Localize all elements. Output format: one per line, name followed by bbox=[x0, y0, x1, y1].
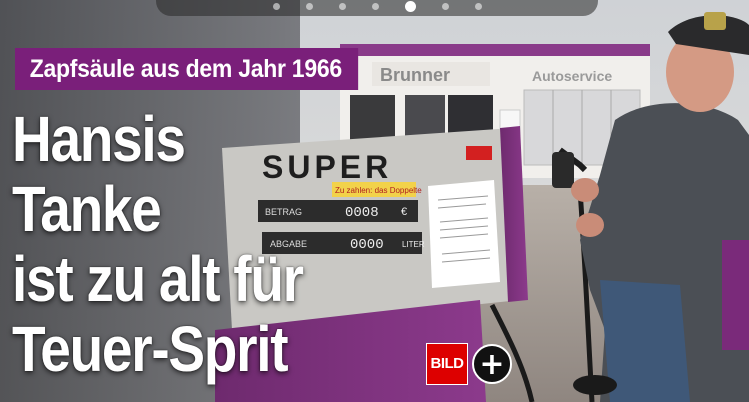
svg-text:LITER: LITER bbox=[402, 240, 425, 249]
headline-line-1: Hansis bbox=[12, 103, 186, 175]
headline-line-4: Teuer-Sprit bbox=[12, 313, 289, 385]
carousel-dot[interactable] bbox=[305, 3, 313, 10]
headline-line-3: ist zu alt für bbox=[12, 243, 304, 315]
bildplus-badge: BILD + bbox=[426, 343, 512, 385]
carousel-dot[interactable] bbox=[474, 3, 482, 10]
headline[interactable]: Hansis Tanke ist zu alt für Teuer-Sprit bbox=[12, 104, 350, 384]
carousel-dot[interactable] bbox=[404, 1, 416, 12]
bild-logo: BILD bbox=[426, 343, 468, 385]
service-sign: Autoservice bbox=[532, 68, 612, 84]
plus-icon: + bbox=[472, 344, 512, 384]
carousel-dot[interactable] bbox=[371, 3, 379, 10]
station-sign: Brunner bbox=[380, 65, 450, 85]
kicker-label: Zapfsäule aus dem Jahr 1966 bbox=[15, 48, 359, 90]
headline-line-2: Tanke bbox=[12, 173, 162, 245]
carousel-dot[interactable] bbox=[441, 3, 449, 10]
svg-text:0000: 0000 bbox=[350, 237, 384, 253]
teaser-card[interactable]: Brunner Autoservice SUPER Zu zahlen: das… bbox=[0, 0, 749, 402]
carousel-dot[interactable] bbox=[272, 3, 280, 10]
carousel-dot[interactable] bbox=[338, 3, 346, 10]
svg-text:€: € bbox=[401, 206, 407, 218]
carousel-pagination bbox=[156, 0, 598, 16]
